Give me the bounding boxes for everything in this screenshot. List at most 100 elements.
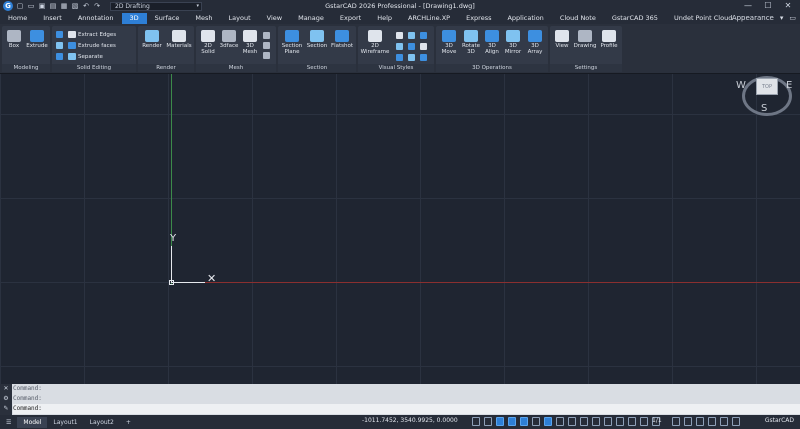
transparency-toggle-icon[interactable]: [556, 417, 564, 426]
tab-surface[interactable]: Surface: [147, 13, 188, 24]
extrude-button[interactable]: Extrude: [25, 30, 49, 49]
tab-archline[interactable]: ARCHLine.XP: [400, 13, 458, 24]
tab-undet-point-cloud[interactable]: Undet Point Cloud: [666, 13, 740, 24]
osnap-toggle-icon[interactable]: [520, 417, 528, 426]
annotation-scale[interactable]: 1/1: [652, 417, 662, 424]
tab-insert[interactable]: Insert: [35, 13, 70, 24]
quick-properties-icon[interactable]: [628, 417, 636, 426]
plot-icon[interactable]: ▧: [71, 2, 79, 10]
materials-button[interactable]: Materials: [165, 30, 193, 49]
extract-edges-button[interactable]: Extract Edges: [68, 31, 116, 38]
tab-application[interactable]: Application: [499, 13, 551, 24]
tab-home[interactable]: Home: [0, 13, 35, 24]
app-logo[interactable]: G: [3, 1, 13, 11]
tab-3d[interactable]: 3D: [121, 12, 147, 24]
tab-express[interactable]: Express: [458, 13, 499, 24]
viewcube-east[interactable]: E: [786, 80, 792, 91]
grid-toggle-icon[interactable]: [472, 417, 480, 426]
polar-toggle-icon[interactable]: [508, 417, 516, 426]
ortho-toggle-icon[interactable]: [496, 417, 504, 426]
settings-icon[interactable]: ⚙: [0, 394, 12, 404]
style-shaded-edges-icon[interactable]: [408, 43, 415, 50]
snap-toggle-icon[interactable]: [484, 417, 492, 426]
tab-export[interactable]: Export: [332, 13, 369, 24]
isolate-objects-icon[interactable]: [604, 417, 612, 426]
tab-gstarcad-365[interactable]: GstarCAD 365: [604, 13, 666, 24]
style-realistic-icon[interactable]: [420, 32, 427, 39]
selection-cycling-icon[interactable]: [568, 417, 576, 426]
ribbon-collapse-icon[interactable]: ▭: [789, 14, 796, 22]
viewcube[interactable]: TOP W E S: [736, 74, 796, 118]
dyn-ucs-icon[interactable]: [616, 417, 624, 426]
style-hidden-icon[interactable]: [408, 32, 415, 39]
viewcube-top-face[interactable]: TOP: [756, 78, 778, 95]
tab-cloud-note[interactable]: Cloud Note: [552, 13, 604, 24]
section-button[interactable]: Section: [305, 30, 329, 49]
open-file-icon[interactable]: ▭: [27, 2, 35, 10]
tab-layout1[interactable]: Layout1: [47, 417, 83, 428]
tab-layout[interactable]: Layout: [221, 13, 259, 24]
2d-solid-button[interactable]: 2D Solid: [198, 30, 218, 55]
workspace-select[interactable]: 2D Drafting ▾: [110, 1, 202, 11]
2d-wireframe-button[interactable]: 2D Wireframe: [360, 30, 390, 55]
drawing-button[interactable]: Drawing: [572, 30, 598, 49]
tab-mesh[interactable]: Mesh: [187, 13, 220, 24]
style-shaded-icon[interactable]: [396, 43, 403, 50]
command-input[interactable]: Command:: [13, 404, 800, 414]
tab-help[interactable]: Help: [369, 13, 400, 24]
drawing-canvas[interactable]: Y ✕ TOP W E S: [0, 74, 800, 384]
auto-scale-icon[interactable]: [684, 417, 692, 426]
workspace-switch-icon[interactable]: [640, 417, 648, 426]
3d-mesh-button[interactable]: 3D Mesh: [240, 30, 260, 55]
dynamic-input-icon[interactable]: [580, 417, 588, 426]
tab-view[interactable]: View: [259, 13, 290, 24]
flatshot-button[interactable]: Flatshot: [329, 30, 355, 49]
viewcube-south[interactable]: S: [761, 103, 767, 114]
layout-menu-icon[interactable]: ☰: [0, 417, 17, 428]
style-conceptual-icon[interactable]: [420, 54, 427, 61]
tab-model[interactable]: Model: [17, 416, 48, 428]
close-icon[interactable]: ✕: [0, 384, 12, 394]
fullscreen-icon[interactable]: [732, 417, 740, 426]
otrack-toggle-icon[interactable]: [532, 417, 540, 426]
print-icon[interactable]: ▦: [60, 2, 68, 10]
pin-icon[interactable]: ✎: [0, 404, 12, 414]
3d-mirror-button[interactable]: 3D Mirror: [502, 30, 524, 55]
profile-button[interactable]: Profile: [598, 30, 620, 49]
3d-move-button[interactable]: 3D Move: [438, 30, 460, 55]
annotation-visibility-icon[interactable]: [672, 417, 680, 426]
style-xray-icon[interactable]: [408, 54, 415, 61]
customize-icon[interactable]: [720, 417, 728, 426]
separate-button[interactable]: Separate: [68, 53, 103, 60]
section-plane-button[interactable]: Section Plane: [279, 30, 305, 55]
redo-icon[interactable]: ↷: [93, 2, 101, 10]
tab-annotation[interactable]: Annotation: [70, 13, 122, 24]
union-icon[interactable]: [56, 31, 63, 38]
box-button[interactable]: Box: [5, 30, 23, 49]
new-file-icon[interactable]: ▢: [16, 2, 24, 10]
intersect-icon[interactable]: [56, 53, 63, 60]
viewcube-west[interactable]: W: [736, 80, 746, 91]
3d-align-button[interactable]: 3D Align: [482, 30, 502, 55]
appearance-menu[interactable]: Appearance: [732, 14, 774, 22]
extrude-faces-button[interactable]: Extrude faces: [68, 42, 116, 49]
style-wireframe-icon[interactable]: [396, 32, 403, 39]
clean-screen-icon[interactable]: [708, 417, 716, 426]
style-gray-icon[interactable]: [420, 43, 427, 50]
add-layout-button[interactable]: +: [120, 417, 137, 428]
3dface-button[interactable]: 3dface: [218, 30, 240, 49]
save-icon[interactable]: ▣: [38, 2, 46, 10]
subtract-icon[interactable]: [56, 42, 63, 49]
annotation-monitor-icon[interactable]: [592, 417, 600, 426]
tab-layout2[interactable]: Layout2: [84, 417, 120, 428]
tab-manage[interactable]: Manage: [290, 13, 332, 24]
lock-icon[interactable]: [696, 417, 704, 426]
save-as-icon[interactable]: ▤: [49, 2, 57, 10]
mesh-tool-1-icon[interactable]: [263, 32, 270, 39]
undo-icon[interactable]: ↶: [82, 2, 90, 10]
render-button[interactable]: Render: [140, 30, 164, 49]
view-button[interactable]: View: [552, 30, 572, 49]
minimize-button[interactable]: —: [738, 0, 758, 12]
style-sketchy-icon[interactable]: [396, 54, 403, 61]
close-button[interactable]: ✕: [778, 0, 798, 12]
